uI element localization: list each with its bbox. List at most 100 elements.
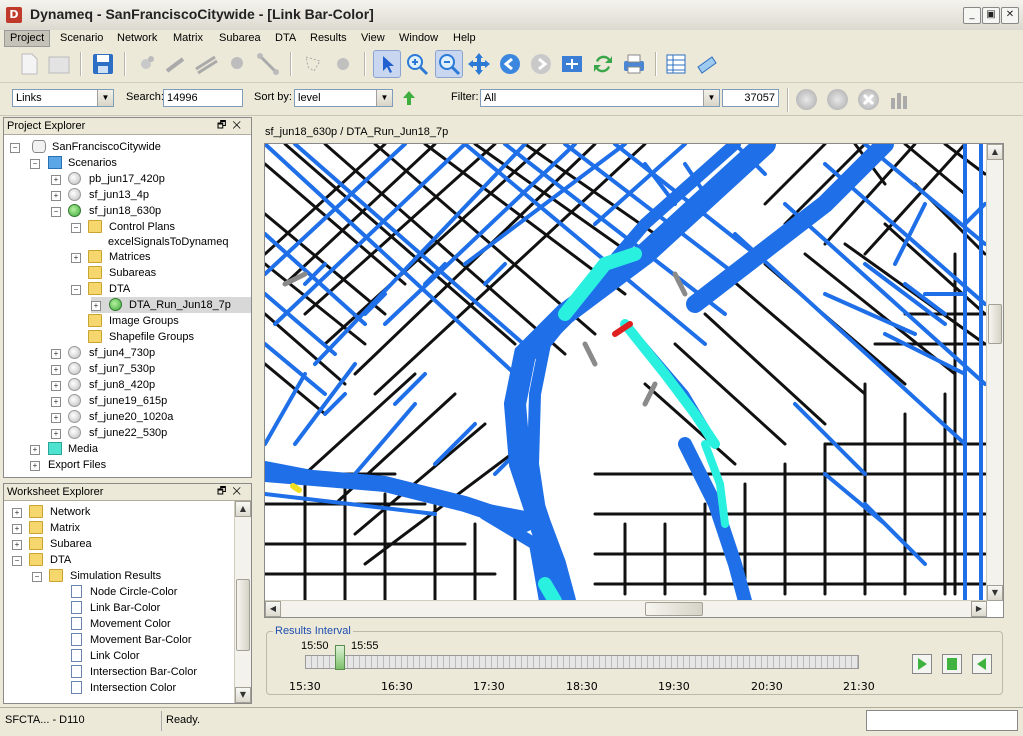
title-bar: D Dynameq - SanFranciscoCitywide - [Link… [0,0,1023,31]
table-icon[interactable] [663,51,689,77]
worksheet-icon [71,681,82,694]
object-type-select[interactable]: Links ▼ [12,89,114,107]
close-button[interactable]: ✕ [1001,7,1019,24]
scenario-icon [68,346,81,359]
scroll-thumb[interactable] [236,579,250,651]
tree-label: DTA_Run_Jun18_7p [129,299,231,311]
folder-icon [88,330,102,343]
select-pointer-icon[interactable] [373,50,401,78]
print-icon[interactable] [621,51,647,77]
clear-icon[interactable] [858,89,879,110]
tree-label: sf_jun13_4p [89,189,149,201]
media-icon [48,442,62,455]
zoom-in-icon[interactable] [404,51,430,77]
interval-start-label: 15:50 [301,640,329,652]
scenario-icon [68,362,81,375]
scroll-thumb[interactable] [645,602,703,616]
folder-icon [88,282,102,295]
project-explorer-panel: Project Explorer 🗗✕ − SanFranciscoCitywide… [3,117,252,478]
map-vertical-scrollbar[interactable]: ▲ ▼ [986,144,1003,601]
project-tree: − SanFranciscoCitywide − Scenarios + pb_jun… [4,135,251,477]
tick-label: 21:30 [843,680,875,693]
stop-button[interactable] [942,654,962,674]
tree-label: sf_jun8_420p [89,379,156,391]
back-icon[interactable] [497,51,523,77]
tick-label: 17:30 [473,680,505,693]
pan-icon[interactable] [466,51,492,77]
refresh-icon[interactable] [590,51,616,77]
network-map-canvas[interactable] [265,144,987,601]
node-tool-icon[interactable] [330,51,356,77]
scroll-right-icon[interactable]: ▶ [971,601,987,617]
split-link-icon[interactable] [193,51,219,77]
play-button[interactable] [912,654,932,674]
tree-label: Media [68,443,98,455]
menu-view[interactable]: View [356,31,390,46]
add-link-icon[interactable] [163,51,189,77]
scroll-down-icon[interactable]: ▼ [987,585,1003,601]
zoom-extent-icon[interactable] [559,51,585,77]
menu-subarea[interactable]: Subarea [214,31,266,46]
panel-buttons-icon[interactable]: 🗗✕ [217,484,247,500]
menu-window[interactable]: Window [394,31,443,46]
add-centroid-icon[interactable] [225,51,251,77]
menu-help[interactable]: Help [448,31,481,46]
filter-label: Filter: [451,91,479,103]
project-explorer-header: Project Explorer 🗗✕ [4,118,251,135]
menu-dta[interactable]: DTA [270,31,301,46]
minimize-button[interactable]: _ [963,7,981,24]
timeline-track[interactable] [305,655,859,669]
new-icon[interactable] [16,51,42,77]
scroll-up-icon[interactable]: ▲ [987,144,1003,160]
tree-node-dta-run[interactable]: + DTA_Run_Jun18_7p [91,297,251,313]
sortby-select[interactable]: level ▼ [294,89,393,107]
menu-bar: Project Scenario Network Matrix Subarea … [0,30,1023,47]
zoom-out-icon[interactable] [435,50,463,78]
map-horizontal-scrollbar[interactable]: ◀ ▶ [265,600,987,617]
menu-scenario[interactable]: Scenario [55,31,108,46]
results-interval-title: Results Interval [273,625,353,637]
folder-icon [29,505,43,518]
filter-select[interactable]: All ▼ [480,89,720,107]
scroll-left-icon[interactable]: ◀ [265,601,281,617]
add-node-icon[interactable] [133,51,159,77]
lasso-icon[interactable] [300,51,326,77]
tick-label: 19:30 [658,680,690,693]
export-icon[interactable] [694,51,720,77]
timeline-slider-handle[interactable] [335,645,345,670]
menu-network[interactable]: Network [112,31,162,46]
record-icon[interactable] [796,89,817,110]
open-icon[interactable] [46,51,72,77]
folder-icon [29,521,43,534]
progress-field [866,710,1018,731]
restore-button[interactable]: ▣ [982,7,1000,24]
worksheet-scrollbar[interactable]: ▲ ▼ [234,501,251,703]
scenario-active-icon [68,204,81,217]
panel-buttons-icon[interactable]: 🗗✕ [217,118,247,134]
scenario-icon [68,426,81,439]
tick-label: 20:30 [751,680,783,693]
chevron-down-icon: ▼ [376,90,392,106]
rewind-button[interactable] [972,654,992,674]
scroll-up-icon[interactable]: ▲ [235,501,251,517]
folder-icon [29,553,43,566]
scroll-thumb[interactable] [988,304,1002,344]
worksheet-explorer-title: Worksheet Explorer [7,486,104,498]
stop-icon[interactable] [827,89,848,110]
scroll-down-icon[interactable]: ▼ [235,687,251,703]
network-map[interactable]: ▲ ▼ ◀ ▶ [264,143,1004,618]
sort-direction-icon[interactable] [401,89,417,107]
forward-icon[interactable] [528,51,554,77]
save-icon[interactable] [90,51,116,77]
status-message: Ready. [166,714,201,726]
search-input[interactable]: 14996 [163,89,243,107]
results-interval-panel: Results Interval 15:50 15:55 15:30 16:30… [266,625,1003,695]
bar-chart-icon[interactable] [888,89,912,110]
menu-project[interactable]: Project [4,30,51,47]
menu-matrix[interactable]: Matrix [168,31,208,46]
connector-icon[interactable] [255,51,281,77]
menu-results[interactable]: Results [305,31,352,46]
tick-label: 16:30 [381,680,413,693]
tree-label: Export Files [48,459,107,471]
tree-label: Subareas [109,267,157,279]
